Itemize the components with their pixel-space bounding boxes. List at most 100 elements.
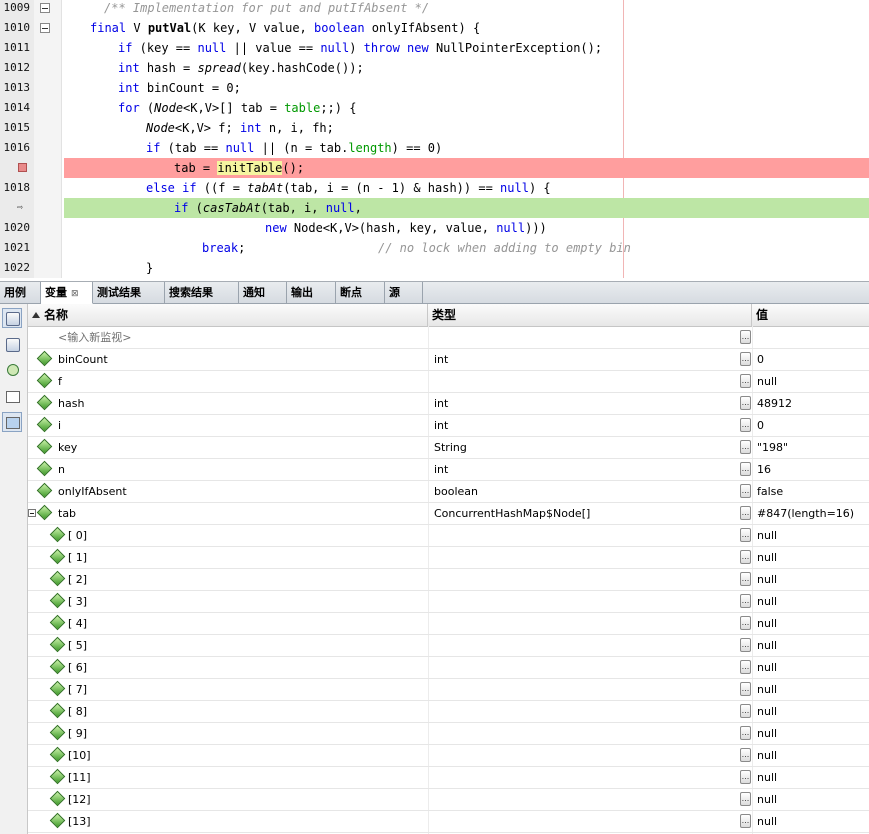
value-edit-button[interactable]: ...: [740, 748, 751, 762]
variable-type: String: [434, 441, 467, 454]
value-edit-button[interactable]: ...: [740, 704, 751, 718]
value-edit-button[interactable]: ...: [740, 462, 751, 476]
element-value[interactable]: null: [757, 723, 869, 744]
element-value[interactable]: null: [757, 635, 869, 656]
table-row[interactable]: [ 1]... null: [28, 547, 869, 569]
table-row[interactable]: binCount int ... 0: [28, 349, 869, 371]
element-value[interactable]: null: [757, 657, 869, 678]
value-edit-button[interactable]: ...: [740, 418, 751, 432]
table-row[interactable]: [ 8]... null: [28, 701, 869, 723]
tab-test-results[interactable]: 测试结果: [93, 282, 165, 303]
element-value[interactable]: null: [757, 767, 869, 788]
column-header-name[interactable]: 名称: [28, 304, 428, 326]
variable-value[interactable]: null: [757, 371, 869, 392]
tab-label: 源: [389, 286, 400, 299]
table-row[interactable]: tab ConcurrentHashMap$Node[] ... #847(le…: [28, 503, 869, 525]
table-row[interactable]: [ 2]... null: [28, 569, 869, 591]
table-row[interactable]: key String ... "198": [28, 437, 869, 459]
variable-value[interactable]: 0: [757, 415, 869, 436]
value-edit-button[interactable]: ...: [740, 330, 751, 344]
element-value[interactable]: null: [757, 701, 869, 722]
value-edit-button[interactable]: ...: [740, 638, 751, 652]
value-edit-button[interactable]: ...: [740, 396, 751, 410]
variable-icon: [36, 416, 53, 433]
column-header-type[interactable]: 类型: [428, 304, 752, 326]
tab-variables[interactable]: 变量 ⊠: [41, 282, 93, 304]
table-row[interactable]: onlyIfAbsent boolean ... false: [28, 481, 869, 503]
value-edit-button[interactable]: ...: [740, 660, 751, 674]
value-edit-button[interactable]: ...: [740, 726, 751, 740]
breakpoint-icon[interactable]: [18, 163, 27, 172]
table-row[interactable]: [12]... null: [28, 789, 869, 811]
variable-value[interactable]: 0: [757, 349, 869, 370]
element-value[interactable]: null: [757, 811, 869, 832]
value-edit-button[interactable]: ...: [740, 572, 751, 586]
element-value[interactable]: null: [757, 679, 869, 700]
element-value[interactable]: null: [757, 789, 869, 810]
value-edit-button[interactable]: ...: [740, 352, 751, 366]
tab-usecase[interactable]: 用例: [0, 282, 41, 303]
array-element-icon: [49, 746, 66, 763]
tab-notifications[interactable]: 通知: [239, 282, 287, 303]
tab-search-results[interactable]: 搜索结果: [165, 282, 239, 303]
value-edit-button[interactable]: ...: [740, 528, 751, 542]
element-value[interactable]: null: [757, 591, 869, 612]
show-static-icon[interactable]: [2, 412, 22, 432]
line-number-gutter[interactable]: 1009 1010 1011 1012 1013 1014 1015 1016 …: [0, 0, 35, 278]
evaluate-icon[interactable]: [2, 386, 22, 406]
fold-collapse-icon[interactable]: [40, 23, 50, 33]
value-edit-button[interactable]: ...: [740, 616, 751, 630]
table-row[interactable]: [ 5]... null: [28, 635, 869, 657]
table-row[interactable]: [10]... null: [28, 745, 869, 767]
table-row[interactable]: [13]... null: [28, 811, 869, 833]
variable-value[interactable]: "198": [757, 437, 869, 458]
new-watch-row[interactable]: <输入新监视> ...: [28, 327, 869, 349]
tab-sources[interactable]: 源: [385, 282, 423, 303]
new-watch-icon[interactable]: [2, 360, 22, 380]
value-edit-button[interactable]: ...: [740, 374, 751, 388]
table-row[interactable]: [ 9]... null: [28, 723, 869, 745]
variable-icon: [36, 394, 53, 411]
element-value[interactable]: null: [757, 547, 869, 568]
value-edit-button[interactable]: ...: [740, 814, 751, 828]
value-edit-button[interactable]: ...: [740, 484, 751, 498]
table-row[interactable]: n int ... 16: [28, 459, 869, 481]
step-into-icon[interactable]: [2, 308, 22, 328]
element-value[interactable]: null: [757, 525, 869, 546]
code-editor[interactable]: 1009 1010 1011 1012 1013 1014 1015 1016 …: [0, 0, 869, 278]
table-row[interactable]: [11]... null: [28, 767, 869, 789]
table-row[interactable]: hash int ... 48912: [28, 393, 869, 415]
element-value[interactable]: null: [757, 613, 869, 634]
fold-collapse-icon[interactable]: [40, 3, 50, 13]
element-value[interactable]: null: [757, 569, 869, 590]
table-row[interactable]: [ 7]... null: [28, 679, 869, 701]
table-row[interactable]: i int ... 0: [28, 415, 869, 437]
new-watch-input[interactable]: <输入新监视>: [58, 327, 428, 348]
fold-bar: [34, 0, 62, 278]
table-row[interactable]: [ 6]... null: [28, 657, 869, 679]
close-icon[interactable]: ⊠: [71, 289, 79, 299]
step-over-icon[interactable]: [2, 334, 22, 354]
tab-output[interactable]: 输出: [287, 282, 336, 303]
table-row[interactable]: [ 3]... null: [28, 591, 869, 613]
value-edit-button[interactable]: ...: [740, 440, 751, 454]
element-value[interactable]: null: [757, 745, 869, 766]
value-edit-button[interactable]: ...: [740, 770, 751, 784]
collapse-toggle-icon[interactable]: [28, 509, 36, 517]
value-edit-button[interactable]: ...: [740, 506, 751, 520]
tab-breakpoints[interactable]: 断点: [336, 282, 385, 303]
table-row[interactable]: [ 0]... null: [28, 525, 869, 547]
column-header-value[interactable]: 值: [752, 304, 869, 326]
variable-value[interactable]: #847(length=16): [757, 503, 869, 524]
value-edit-button[interactable]: ...: [740, 682, 751, 696]
variable-value[interactable]: false: [757, 481, 869, 502]
code-line: for (Node<K,V>[] tab = table;;) {: [118, 101, 357, 115]
value-edit-button[interactable]: ...: [740, 792, 751, 806]
variable-value[interactable]: 16: [757, 459, 869, 480]
table-row[interactable]: [ 4]... null: [28, 613, 869, 635]
value-edit-button[interactable]: ...: [740, 550, 751, 564]
program-counter-icon: ⇨: [17, 202, 24, 213]
value-edit-button[interactable]: ...: [740, 594, 751, 608]
variable-value[interactable]: 48912: [757, 393, 869, 414]
table-row[interactable]: f ... null: [28, 371, 869, 393]
